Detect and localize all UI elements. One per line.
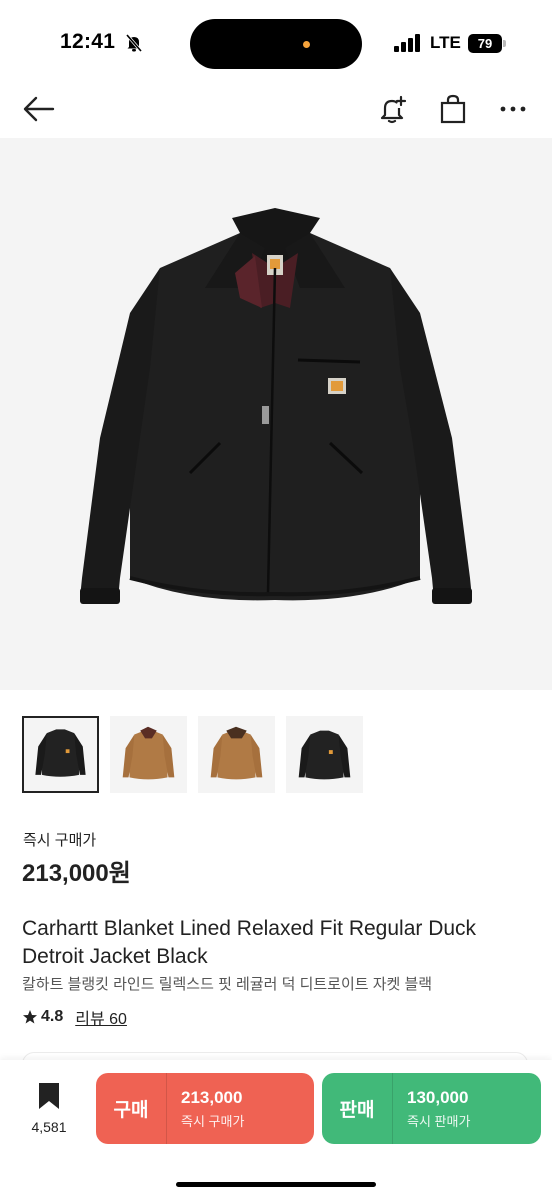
jacket-thumbnail [122,726,175,780]
arrow-left-icon [23,96,55,122]
sell-info: 130,000 즉시 판매가 [393,1088,470,1130]
bookmark-icon [39,1083,59,1109]
buy-label: 구매 [113,1100,149,1121]
price-alert-button[interactable] [376,92,410,126]
bell-off-icon [125,34,143,52]
bottom-action-bar: 4,581 구매 213,000 즉시 구매가 판매 130,000 즉시 판매… [0,1060,552,1200]
jacket-image [80,208,472,604]
star-icon [23,1010,37,1024]
back-button[interactable] [22,92,56,126]
buy-price: 213,000 [181,1087,243,1107]
privacy-dot [303,41,310,48]
product-main-image[interactable] [0,138,552,690]
wish-count: 4,581 [31,1119,67,1135]
battery-cap [503,40,506,47]
sell-button[interactable]: 판매 130,000 즉시 판매가 [322,1073,541,1144]
buy-info: 213,000 즉시 구매가 [167,1088,244,1130]
review-link[interactable]: 리뷰 60 [75,1005,127,1029]
rating-row: 4.8 리뷰 60 [22,1005,127,1029]
sell-price: 130,000 [407,1087,469,1107]
price-label: 즉시 구매가 [23,832,97,849]
jacket-thumbnail [210,726,263,780]
shopping-bag-button[interactable] [436,92,470,126]
signal-icon [394,34,422,52]
battery-icon: 79 [468,34,502,53]
product-title: Carhartt Blanket Lined Relaxed Fit Regul… [22,917,477,968]
network-type: LTE [430,33,461,52]
bell-plus-icon [380,95,407,124]
shopping-bag-icon [440,94,466,124]
sell-sublabel: 즉시 판매가 [407,1113,471,1129]
more-button[interactable] [496,92,530,126]
top-nav [0,80,552,138]
wish-button[interactable]: 4,581 [18,1082,80,1135]
sell-label: 판매 [339,1100,375,1121]
thumbnail-1[interactable] [22,716,99,793]
status-bar: 12:41 LTE 79 [0,0,552,80]
more-horizontal-icon [500,106,526,112]
rating-score: 4.8 [41,1008,64,1025]
jacket-thumbnail [35,729,86,777]
product-title-korean: 칼하트 블랭킷 라인드 릴렉스드 핏 레귤러 덕 디트로이트 자켓 블랙 [22,976,433,993]
thumbnail-3[interactable] [198,716,275,793]
jacket-thumbnail [298,730,351,780]
instant-buy-price: 213,000원 [22,860,131,887]
thumbnail-2[interactable] [110,716,187,793]
buy-sublabel: 즉시 구매가 [181,1113,245,1129]
dynamic-island [190,19,362,69]
thumbnail-4[interactable] [286,716,363,793]
thumbnail-list [22,716,363,793]
status-time: 12:41 [60,30,116,53]
buy-button[interactable]: 구매 213,000 즉시 구매가 [96,1073,314,1144]
home-indicator [176,1182,376,1187]
